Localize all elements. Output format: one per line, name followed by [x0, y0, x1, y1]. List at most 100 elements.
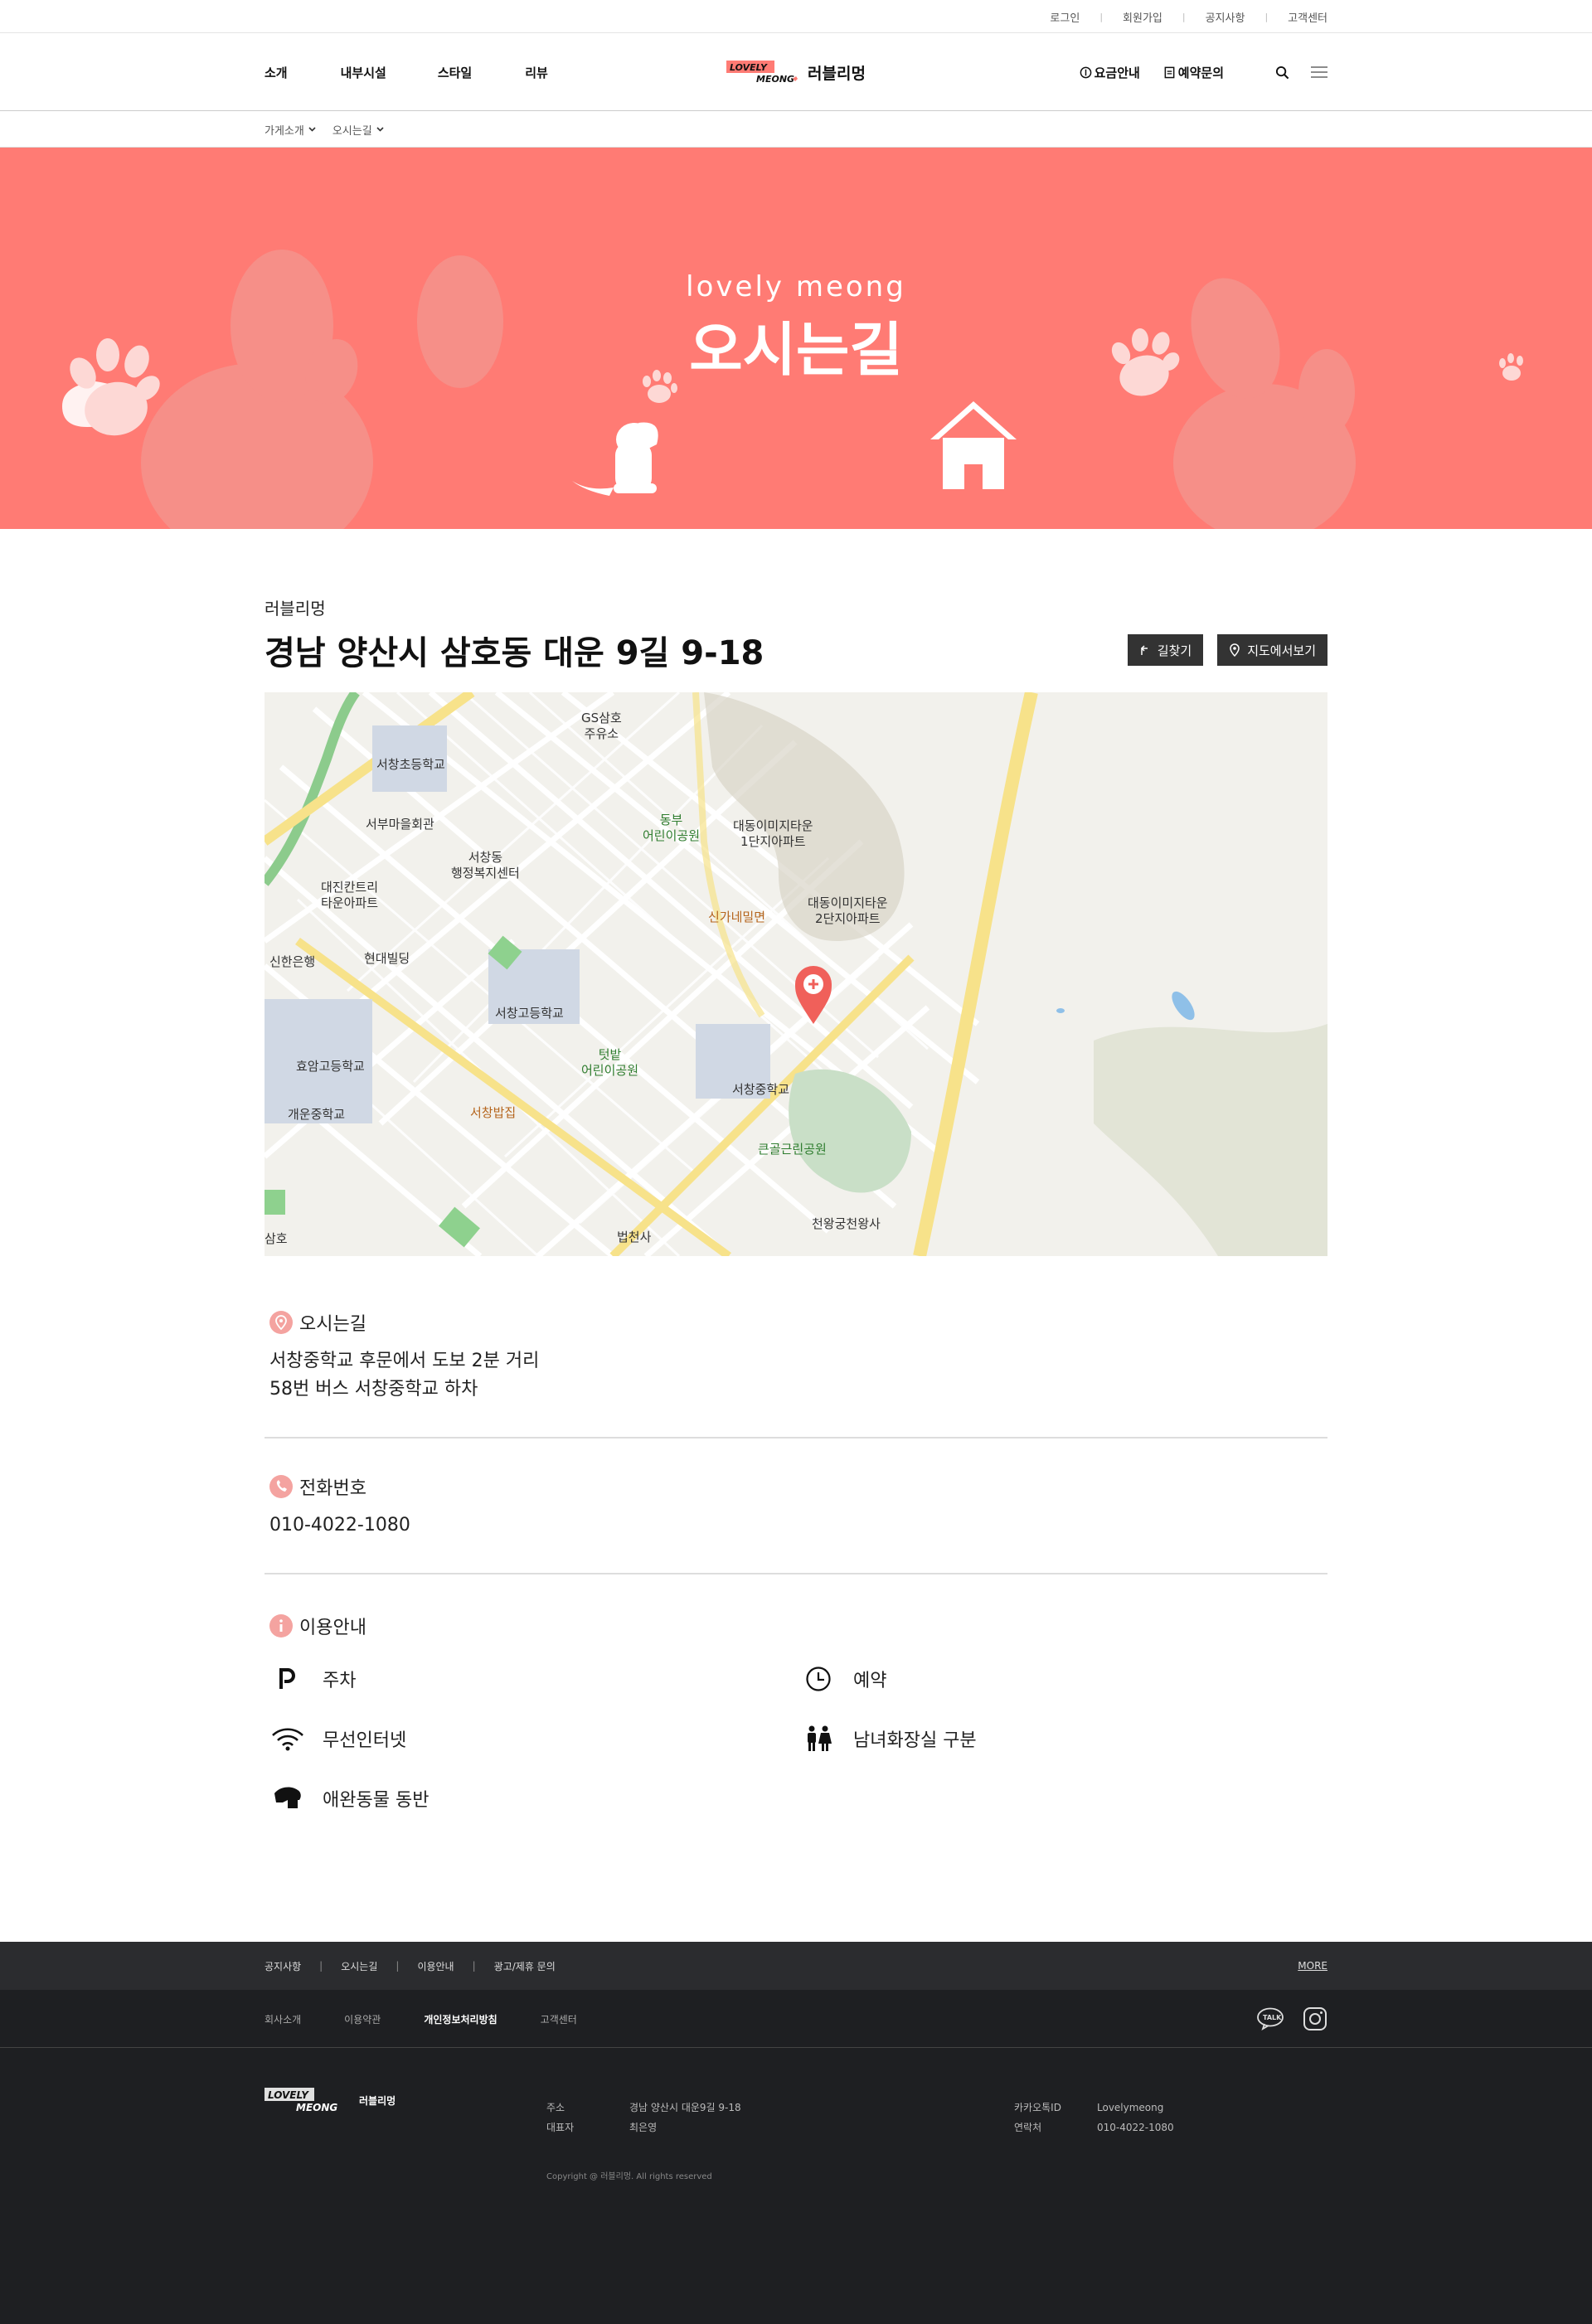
map-streets — [265, 692, 1327, 1256]
reservation-label: 예약문의 — [1177, 65, 1224, 80]
clock-icon — [800, 1664, 837, 1694]
footer-top-links: 공지사항 | 오시는길 | 이용안내 | 광고/제휴 문의 MORE — [0, 1942, 1592, 1990]
menu-button[interactable] — [1311, 65, 1327, 79]
hamburger-icon — [1311, 66, 1327, 78]
footer-link-support[interactable]: 고객센터 — [541, 2012, 577, 2026]
map-label: 큰골근린공원 — [758, 1142, 827, 1157]
map-label: 서창중학교 — [732, 1082, 790, 1097]
login-link[interactable]: 로그인 — [1050, 9, 1080, 25]
footer-link-ad[interactable]: 광고/제휴 문의 — [494, 1959, 556, 1973]
divider: | — [472, 1960, 476, 1972]
main-header: 소개 내부시설 스타일 리뷰 LOVELY MEONG 러블리멍 요금안내 예약… — [0, 33, 1592, 111]
more-link[interactable]: MORE — [1298, 1960, 1327, 1972]
breadcrumb-item-location[interactable]: 오시는길 — [332, 122, 384, 138]
footer-contact-info: 카카오톡ID Lovelymeong 연락처 010-4022-1080 — [1014, 2102, 1174, 2133]
directions-title: 오시는길 — [299, 1314, 366, 1335]
map-label: 신가네밀면 — [708, 910, 766, 924]
map-label: 서창고등학교 — [495, 1006, 564, 1021]
nav-item-intro[interactable]: 소개 — [265, 64, 288, 81]
footer-link-privacy[interactable]: 개인정보처리방침 — [424, 2012, 497, 2026]
directions-button[interactable]: 길찾기 — [1127, 634, 1204, 666]
footer-logo[interactable]: LOVELY MEONG 러블리멍 — [265, 2086, 546, 2114]
footer-link-guide[interactable]: 이용안내 — [417, 1959, 454, 1973]
map-label: 대동이미지타운 2단지아파트 — [808, 895, 888, 926]
site-logo[interactable]: LOVELY MEONG 러블리멍 — [726, 59, 866, 85]
map-label: GS삼호 주유소 — [581, 711, 622, 741]
location-map[interactable]: GS삼호 주유소 서창초등학교 서부마을회관 서창동 행정복지센터 동부 어린이… — [265, 692, 1327, 1256]
map-label: 텃밭 어린이공원 — [581, 1047, 639, 1078]
divider: | — [319, 1960, 323, 1972]
site-footer: 공지사항 | 오시는길 | 이용안내 | 광고/제휴 문의 MORE 회사소개 … — [0, 1942, 1592, 2324]
guide-title: 이용안내 — [299, 1618, 366, 1638]
map-label: 개운중학교 — [288, 1107, 346, 1122]
map-label: 동부 어린이공원 — [643, 813, 701, 843]
amenity-wifi: 무선인터넷 — [269, 1724, 800, 1754]
map-label: 대진칸트리 타운아파트 — [321, 880, 379, 910]
pricing-label: 요금안내 — [1094, 65, 1140, 80]
location-info: 러블리멍 경남 양산시 삼호동 대운 9길 9-18 길찾기 지도에서보기 GS… — [265, 529, 1327, 1846]
svg-text:LOVELY: LOVELY — [730, 62, 768, 73]
turn-arrow-icon — [1140, 645, 1148, 655]
logo-badge: LOVELY MEONG — [726, 59, 799, 85]
pricing-link[interactable]: 요금안내 — [1080, 64, 1140, 81]
breadcrumb-item-intro[interactable]: 가게소개 — [265, 122, 316, 138]
footer-link-location[interactable]: 오시는길 — [341, 1959, 377, 1973]
map-label: 삼호 — [265, 1231, 288, 1246]
coin-icon — [1080, 66, 1091, 78]
search-icon — [1275, 65, 1289, 79]
divider: | — [1099, 11, 1104, 22]
map-label: 천왕궁천왕사 — [812, 1216, 881, 1231]
svg-text:LOVELY: LOVELY — [268, 2089, 309, 2101]
signup-link[interactable]: 회원가입 — [1123, 9, 1162, 25]
location-pin-icon — [1230, 643, 1240, 657]
map-label: 서창초등학교 — [376, 757, 445, 772]
header-utility: 요금안내 예약문의 — [1058, 64, 1327, 81]
reservation-link[interactable]: 예약문의 — [1163, 64, 1224, 81]
map-label: 신한은행 — [269, 954, 316, 969]
footer-company-info: 주소 경남 양산시 대운9길 9-18 대표자 최은영 Copyright @ 러블… — [546, 2086, 1014, 2187]
info-icon — [269, 1614, 293, 1637]
map-label: 효암고등학교 — [296, 1059, 365, 1074]
instagram-icon[interactable] — [1303, 2006, 1327, 2031]
search-button[interactable] — [1275, 65, 1289, 80]
map-label: 서부마을회관 — [366, 817, 434, 832]
divider: | — [1264, 11, 1269, 22]
map-label: 대동이미지타운 1단지아파트 — [733, 818, 813, 849]
shop-name: 러블리멍 — [265, 599, 326, 619]
shop-address: 경남 양산시 삼호동 대운 9길 9-18 — [265, 634, 764, 672]
svg-text:MEONG: MEONG — [756, 74, 794, 85]
clipboard-icon — [1164, 66, 1175, 79]
phone-title: 전화번호 — [299, 1478, 366, 1499]
chevron-down-icon — [308, 127, 316, 132]
nav-item-facility[interactable]: 내부시설 — [341, 64, 386, 81]
phone-number[interactable]: 010-4022-1080 — [269, 1511, 1323, 1540]
support-link[interactable]: 고객센터 — [1288, 9, 1327, 25]
nav-item-review[interactable]: 리뷰 — [525, 64, 548, 81]
pet-icon — [269, 1783, 306, 1813]
footer-policy-links: 회사소개 이용약관 개인정보처리방침 고객센터 TALK — [0, 1990, 1592, 2048]
footer-link-company[interactable]: 회사소개 — [265, 2012, 301, 2026]
notice-link[interactable]: 공지사항 — [1206, 9, 1245, 25]
page-title: 오시는길 — [689, 316, 903, 384]
phone-section: 전화번호 010-4022-1080 — [265, 1439, 1327, 1574]
divider: | — [396, 1960, 400, 1972]
logo-text: 러블리멍 — [808, 64, 866, 83]
footer-logo-badge: LOVELYMEONG — [265, 2088, 339, 2113]
amenity-pet: 애완동물 동반 — [269, 1783, 800, 1813]
nav-item-style[interactable]: 스타일 — [438, 64, 472, 81]
directions-line: 58번 버스 서창중학교 하차 — [269, 1379, 478, 1400]
guide-section: 이용안내 주차 예약 무선인터넷 남녀화장실 구분 애완동물 동반 — [265, 1574, 1327, 1846]
footer-link-notice[interactable]: 공지사항 — [265, 1959, 301, 1973]
amenity-parking: 주차 — [269, 1664, 800, 1694]
directions-line: 서창중학교 후문에서 도보 2분 거리 — [269, 1351, 540, 1371]
map-label: 서창밥집 — [470, 1105, 517, 1120]
map-label: 서창동 행정복지센터 — [451, 850, 520, 881]
parking-icon — [269, 1664, 306, 1694]
directions-section: 오시는길 서창중학교 후문에서 도보 2분 거리 58번 버스 서창중학교 하차 — [265, 1256, 1327, 1439]
restroom-icon — [800, 1724, 837, 1754]
top-utility-bar: 로그인 | 회원가입 | 공지사항 | 고객센터 — [0, 0, 1592, 33]
kakaotalk-icon[interactable]: TALK — [1256, 2007, 1284, 2030]
footer-link-terms[interactable]: 이용약관 — [344, 2012, 381, 2026]
amenity-restroom: 남녀화장실 구분 — [800, 1724, 1331, 1754]
view-map-button[interactable]: 지도에서보기 — [1217, 634, 1327, 666]
